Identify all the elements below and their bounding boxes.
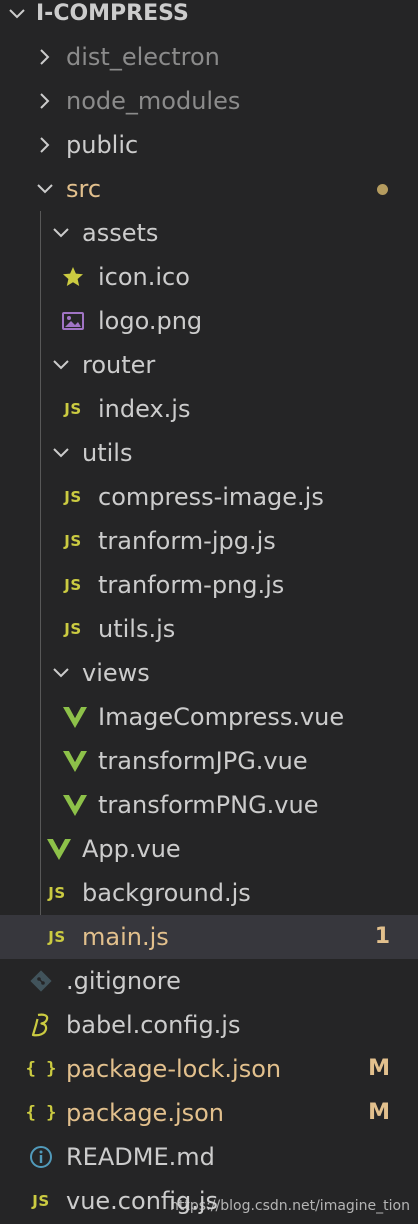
- tree-item-label: index.js: [98, 395, 191, 423]
- vue-icon: [46, 836, 72, 862]
- tree-item-label: transformPNG.vue: [98, 791, 319, 819]
- tree-item-utils[interactable]: utils: [0, 431, 418, 475]
- chevron-down-icon: [34, 178, 56, 200]
- tree-item-label: tranform-jpg.js: [98, 527, 276, 555]
- tree-item-index-js[interactable]: JS index.js: [0, 387, 418, 431]
- tree-item-assets[interactable]: assets: [0, 211, 418, 255]
- tree-item-tranform-png-js[interactable]: JS tranform-png.js: [0, 563, 418, 607]
- tree-item-label: tranform-png.js: [98, 571, 285, 599]
- tree-item-label: icon.ico: [98, 263, 190, 291]
- js-icon: JS: [64, 400, 82, 418]
- tree-item-label: .gitignore: [66, 967, 181, 995]
- tree-item-imagecompress-vue[interactable]: ImageCompress.vue: [0, 695, 418, 739]
- tree-item-package-lock-json[interactable]: { } package-lock.json M: [0, 1047, 418, 1091]
- tree-item-icon-ico[interactable]: icon.ico: [0, 255, 418, 299]
- tree-item-label: transformJPG.vue: [98, 747, 308, 775]
- tree-item-label: dist_electron: [66, 43, 220, 71]
- tree-item-logo-png[interactable]: logo.png: [0, 299, 418, 343]
- tree-item-package-json[interactable]: { } package.json M: [0, 1091, 418, 1135]
- vue-icon: [62, 792, 88, 818]
- js-icon: JS: [64, 620, 82, 638]
- json-icon: { }: [25, 1103, 57, 1123]
- tree-item-label: main.js: [82, 923, 169, 951]
- chevron-down-icon: [50, 442, 72, 464]
- js-icon: JS: [64, 576, 82, 594]
- problem-count-badge: 1: [374, 924, 390, 949]
- tree-item-babel-config-js[interactable]: babel.config.js: [0, 1003, 418, 1047]
- explorer-root-folder[interactable]: I-COMPRESS: [0, 0, 418, 36]
- chevron-right-icon: [34, 90, 56, 112]
- modified-dot-badge: [377, 184, 388, 195]
- git-icon: [28, 968, 54, 994]
- tree-item-label: router: [82, 351, 156, 379]
- tree-item-dist-electron[interactable]: dist_electron: [0, 35, 418, 79]
- tree-item-compress-image-js[interactable]: JS compress-image.js: [0, 475, 418, 519]
- chevron-down-icon: [6, 3, 28, 25]
- tree-item-src[interactable]: src: [0, 167, 418, 211]
- chevron-down-icon: [50, 662, 72, 684]
- image-icon: [60, 308, 86, 334]
- vue-icon: [62, 748, 88, 774]
- tree-item-background-js[interactable]: JS background.js: [0, 871, 418, 915]
- tree-item-gitignore[interactable]: .gitignore: [0, 959, 418, 1003]
- tree-item-label: babel.config.js: [66, 1011, 241, 1039]
- tree-item-node-modules[interactable]: node_modules: [0, 79, 418, 123]
- tree-item-transformjpg-vue[interactable]: transformJPG.vue: [0, 739, 418, 783]
- babel-icon: [28, 1012, 54, 1038]
- tree-item-readme-md[interactable]: README.md: [0, 1135, 418, 1179]
- tree-item-label: utils.js: [98, 615, 176, 643]
- root-folder-label: I-COMPRESS: [36, 1, 189, 26]
- file-explorer: I-COMPRESS dist_electron node_modules pu…: [0, 0, 418, 1224]
- tree-item-label: README.md: [66, 1143, 215, 1171]
- chevron-down-icon: [50, 354, 72, 376]
- tree-item-label: background.js: [82, 879, 251, 907]
- vue-icon: [62, 704, 88, 730]
- tree-item-transformpng-vue[interactable]: transformPNG.vue: [0, 783, 418, 827]
- json-icon: { }: [25, 1059, 57, 1079]
- tree-item-label: logo.png: [98, 307, 203, 335]
- tree-item-label: package-lock.json: [66, 1055, 282, 1083]
- tree-item-public[interactable]: public: [0, 123, 418, 167]
- tree-item-utils-js[interactable]: JS utils.js: [0, 607, 418, 651]
- js-icon: JS: [64, 488, 82, 506]
- tree-item-label: assets: [82, 219, 159, 247]
- tree-item-label: package.json: [66, 1099, 225, 1127]
- tree-item-label: utils: [82, 439, 133, 467]
- tree-item-label: node_modules: [66, 87, 241, 115]
- tree-item-app-vue[interactable]: App.vue: [0, 827, 418, 871]
- js-icon: JS: [48, 884, 66, 902]
- chevron-down-icon: [50, 222, 72, 244]
- chevron-right-icon: [34, 134, 56, 156]
- tree-item-tranform-jpg-js[interactable]: JS tranform-jpg.js: [0, 519, 418, 563]
- git-modified-badge: M: [368, 1056, 390, 1081]
- tree-item-label: ImageCompress.vue: [98, 703, 345, 731]
- js-icon: JS: [64, 532, 82, 550]
- chevron-right-icon: [34, 46, 56, 68]
- star-icon: [60, 264, 86, 290]
- tree-item-views[interactable]: views: [0, 651, 418, 695]
- tree-item-main-js[interactable]: JS main.js 1: [0, 915, 418, 959]
- tree-item-label: views: [82, 659, 150, 687]
- js-icon: JS: [32, 1192, 50, 1210]
- tree-item-label: public: [66, 131, 139, 159]
- watermark-text: https://blog.csdn.net/imagine_tion: [170, 1198, 410, 1214]
- tree-item-label: src: [66, 175, 102, 203]
- tree-item-label: App.vue: [82, 835, 181, 863]
- js-icon: JS: [48, 928, 66, 946]
- info-icon: [28, 1144, 54, 1170]
- git-modified-badge: M: [368, 1100, 390, 1125]
- tree-item-router[interactable]: router: [0, 343, 418, 387]
- tree-item-label: compress-image.js: [98, 483, 324, 511]
